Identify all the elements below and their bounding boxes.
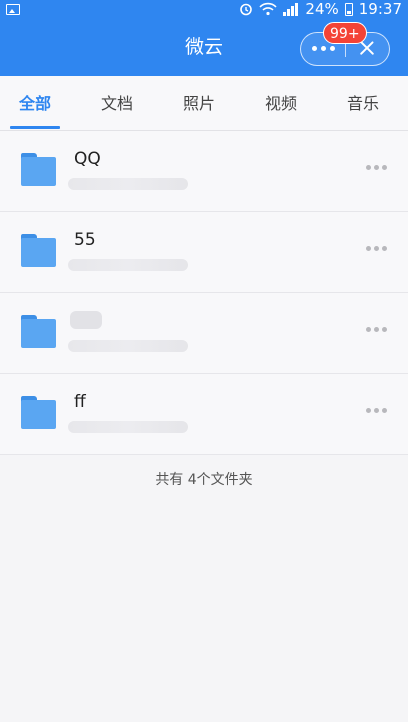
active-tab-indicator	[10, 126, 60, 129]
notification-badge: 99+	[323, 22, 367, 44]
folder-row[interactable]	[0, 293, 408, 374]
wifi-icon	[259, 2, 278, 16]
row-more-icon[interactable]	[366, 165, 388, 173]
tab-music[interactable]: 音乐	[338, 76, 388, 130]
blurred-subtitle	[68, 259, 188, 271]
row-more-icon[interactable]	[366, 246, 388, 254]
more-dot-icon	[311, 46, 317, 51]
alarm-icon	[240, 3, 253, 16]
row-more-icon[interactable]	[366, 327, 388, 335]
folder-icon	[21, 234, 56, 267]
folder-name: QQ	[74, 149, 101, 169]
signal-icon	[283, 2, 299, 16]
image-icon	[6, 3, 20, 15]
tab-videos[interactable]: 视频	[256, 76, 306, 130]
folder-icon	[21, 396, 56, 429]
folder-icon	[21, 153, 56, 186]
blurred-subtitle	[68, 178, 188, 190]
folder-count-footer: 共有 4个文件夹	[155, 472, 253, 488]
clock-time: 19:37	[358, 0, 402, 18]
battery-icon	[344, 2, 353, 16]
folder-row[interactable]: ff	[0, 374, 408, 455]
more-dot-icon	[329, 46, 335, 51]
blurred-folder-name	[70, 311, 102, 329]
tab-photos[interactable]: 照片	[174, 76, 224, 130]
folder-row[interactable]: 55	[0, 212, 408, 293]
blurred-subtitle	[68, 421, 188, 433]
category-tabs: 全部 文档 照片 视频 音乐	[0, 76, 408, 131]
folder-icon	[21, 315, 56, 348]
folder-name: 55	[74, 230, 96, 250]
folder-row[interactable]: QQ	[0, 131, 408, 212]
row-more-icon[interactable]	[366, 408, 388, 416]
folder-list: QQ 55 ff	[0, 131, 408, 455]
tab-documents[interactable]: 文档	[92, 76, 142, 130]
blurred-subtitle	[68, 340, 188, 352]
more-dot-icon	[320, 46, 326, 51]
tab-all[interactable]: 全部	[10, 76, 60, 130]
folder-name: ff	[74, 392, 86, 412]
battery-percent: 24%	[305, 0, 339, 18]
status-bar: 24% 19:37	[0, 0, 408, 18]
